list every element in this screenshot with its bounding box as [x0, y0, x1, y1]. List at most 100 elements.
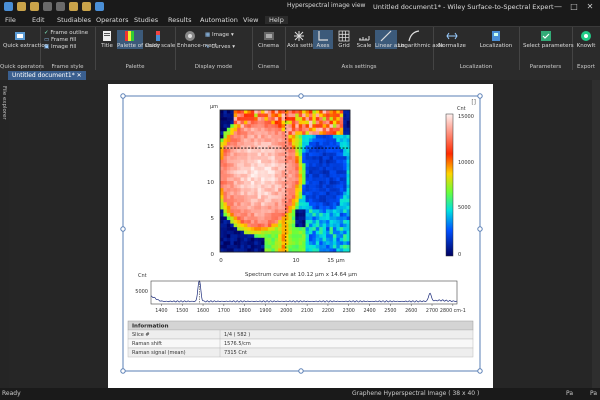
menu-help[interactable]: Help: [265, 16, 288, 24]
menu-results[interactable]: Results: [168, 16, 191, 24]
heatmap-cell: [281, 223, 286, 228]
resize-handle[interactable]: [120, 368, 126, 374]
resize-handle[interactable]: [477, 226, 483, 232]
frame-fill-button[interactable]: ▭ Frame fill: [44, 37, 88, 44]
heatmap-cell: [220, 188, 224, 192]
linear-axis-button[interactable]: Linear axis: [375, 30, 405, 49]
redo-icon[interactable]: [56, 2, 65, 11]
select-parameters-button[interactable]: Select parameters: [523, 30, 574, 49]
resize-handle[interactable]: [477, 93, 483, 99]
heatmap-cell: [220, 241, 224, 246]
heatmap-cell: [247, 117, 252, 121]
heatmap-cell: [257, 110, 262, 114]
heatmap-cell: [257, 202, 262, 207]
open-icon[interactable]: [30, 2, 39, 11]
title-button[interactable]: Title: [98, 30, 116, 49]
frame-outline-button[interactable]: ✓ Frame outline: [44, 30, 88, 37]
heatmap-cell: [319, 184, 323, 189]
new-icon[interactable]: [17, 2, 26, 11]
heatmap-cell: [308, 241, 313, 246]
heatmap-cell: [254, 188, 258, 192]
resize-handle[interactable]: [298, 368, 304, 374]
color-scale-button[interactable]: Color scale: [145, 30, 175, 49]
heatmap-cell: [274, 177, 279, 182]
heatmap-cell: [305, 195, 310, 200]
heatmap-cell: [295, 117, 299, 121]
resize-handle[interactable]: [477, 368, 483, 374]
heatmap-cell: [319, 181, 323, 185]
resize-handle[interactable]: [120, 226, 126, 232]
heatmap-cell: [308, 145, 313, 150]
menu-studies[interactable]: Studies: [134, 16, 158, 24]
quick-extraction-button[interactable]: Quick extraction: [3, 30, 48, 49]
menu-studiables[interactable]: Studiables: [57, 16, 91, 24]
close-button[interactable]: ✕: [582, 0, 598, 14]
heatmap-cell: [339, 173, 344, 178]
menu-file[interactable]: File: [5, 16, 16, 24]
cinema-button[interactable]: Cinema: [255, 30, 282, 49]
heatmap-cell: [298, 244, 303, 249]
palette-of-study-button[interactable]: Palette of study: [117, 30, 160, 49]
heatmap-cell: [278, 166, 282, 171]
undo-icon[interactable]: [43, 2, 52, 11]
image-y-tick: 5: [211, 216, 215, 222]
heatmap-cell: [264, 209, 269, 214]
resize-handle[interactable]: [298, 93, 304, 99]
save-icon[interactable]: [69, 2, 78, 11]
grid-button[interactable]: Grid: [335, 30, 353, 49]
heatmap-cell: [298, 120, 303, 125]
heatmap-cell: [233, 202, 238, 207]
heatmap-cell: [233, 195, 238, 200]
logarithmic-axis-button[interactable]: Logarithmic axis: [398, 30, 443, 49]
heatmap-cell: [305, 188, 310, 192]
heatmap-cell: [261, 202, 265, 207]
heatmap-cell: [332, 117, 337, 121]
folder-icon[interactable]: [82, 2, 91, 11]
scale-button[interactable]: Scale: [355, 30, 373, 49]
close-tab-icon[interactable]: ✕: [77, 72, 82, 79]
maximize-button[interactable]: □: [566, 0, 582, 14]
heatmap-cell: [336, 191, 341, 196]
heatmap-cell: [288, 145, 293, 150]
import-icon[interactable]: [95, 2, 104, 11]
heatmap-cell: [223, 149, 228, 153]
heatmap-cell: [247, 152, 252, 157]
vertical-scrollbar[interactable]: [592, 80, 600, 388]
image-fill-button[interactable]: ▣ Image fill: [44, 44, 88, 51]
localization-button[interactable]: Localization: [477, 30, 515, 49]
heatmap-cell: [271, 241, 276, 246]
heatmap-cell: [298, 127, 303, 132]
menu-automation[interactable]: Automation: [200, 16, 238, 24]
color-scale-bar[interactable]: [445, 113, 454, 257]
heatmap-cell: [233, 127, 238, 132]
menu-view[interactable]: View: [243, 16, 258, 24]
heatmap-cell: [302, 234, 306, 239]
heatmap-cell: [247, 237, 252, 242]
image-mode-button[interactable]: ▦ Image ▾: [205, 32, 235, 39]
minimize-button[interactable]: —: [550, 0, 566, 14]
heatmap-cell: [274, 156, 279, 160]
heatmap-cell: [288, 127, 293, 132]
heatmap-cell: [247, 195, 252, 200]
heatmap-cell: [243, 237, 248, 242]
frame-corner-icon[interactable]: []: [471, 99, 476, 106]
heatmap-cell: [230, 120, 234, 125]
axis-settings-button[interactable]: Axis settings: [287, 30, 322, 49]
resize-handle[interactable]: [120, 93, 126, 99]
knowit-button[interactable]: KnowIt: [574, 30, 598, 49]
axes-button[interactable]: Axes: [313, 30, 333, 49]
heatmap-cell: [312, 141, 317, 146]
menu-operators[interactable]: Operators: [96, 16, 128, 24]
heatmap-cell: [298, 170, 303, 175]
document-tab[interactable]: Untitled document1* ✕: [8, 71, 86, 80]
heatmap-cell: [302, 241, 306, 246]
heatmap-cell: [240, 117, 245, 121]
curves-mode-button[interactable]: ∿ Curves ▾: [205, 44, 235, 51]
heatmap-cell: [250, 209, 255, 214]
context-tab-label[interactable]: Hyperspectral image view: [287, 2, 365, 9]
heatmap-cell: [254, 166, 258, 171]
hyperspectral-heatmap[interactable]: [220, 110, 351, 253]
enhancement-button[interactable]: Enhance-ment: [177, 30, 217, 49]
normalize-button[interactable]: Normalize: [437, 30, 467, 49]
menu-edit[interactable]: Edit: [32, 16, 45, 24]
